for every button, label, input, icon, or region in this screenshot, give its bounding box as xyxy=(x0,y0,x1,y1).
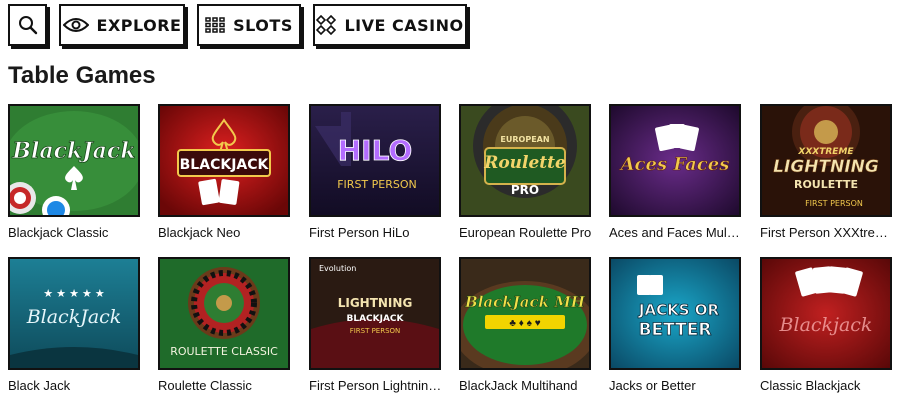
game-thumbnail[interactable]: BLACKJACK xyxy=(158,104,290,217)
game-art-title: BlackJack xyxy=(26,306,122,328)
game-art-subtitle: ROULETTE xyxy=(794,178,858,191)
game-tile[interactable]: BlackJack Blackjack Classic xyxy=(8,104,140,240)
game-title[interactable]: Blackjack Classic xyxy=(8,225,142,240)
game-art-top: XXXTREME xyxy=(797,147,854,157)
game-art-title: Blackjack xyxy=(779,314,873,336)
game-art-subtitle: BLACKJACK xyxy=(346,314,404,324)
game-art-title: ROULETTE CLASSIC xyxy=(170,345,278,358)
game-thumbnail[interactable]: BlackJack MH ♣ ♦ ♠ ♥ xyxy=(459,257,591,370)
live-casino-button[interactable]: LIVE CASINO xyxy=(313,4,467,46)
game-tile[interactable]: XXXTREME LIGHTNING ROULETTE FIRST PERSON… xyxy=(760,104,894,240)
game-title[interactable]: Jacks or Better xyxy=(609,378,743,393)
eye-icon xyxy=(62,17,89,33)
game-art-subtitle: BETTER xyxy=(639,320,712,340)
game-thumbnail[interactable]: BlackJack xyxy=(8,104,140,217)
game-title[interactable]: Classic Blackjack xyxy=(760,378,894,393)
game-title[interactable]: Blackjack Neo xyxy=(158,225,292,240)
game-art-brand: Evolution xyxy=(319,264,356,273)
game-tile[interactable]: Blackjack Classic Blackjack xyxy=(760,257,892,393)
game-title[interactable]: Black Jack xyxy=(8,378,142,393)
game-tile[interactable]: HILO FIRST PERSON First Person HiLo xyxy=(309,104,441,240)
explore-label: EXPLORE xyxy=(96,15,182,35)
game-tile[interactable]: BlackJack MH ♣ ♦ ♠ ♥ BlackJack Multihand xyxy=(459,257,591,393)
game-title[interactable]: European Roulette Pro xyxy=(459,225,593,240)
section-title: Table Games xyxy=(8,62,156,89)
category-nav: EXPLORE SLOTS LIVE CASINO xyxy=(8,4,467,46)
game-art-footer: FIRST PERSON xyxy=(350,327,401,335)
game-thumbnail[interactable]: XXXTREME LIGHTNING ROULETTE FIRST PERSON xyxy=(760,104,892,217)
explore-button[interactable]: EXPLORE xyxy=(59,4,185,46)
game-tile[interactable]: JACKS OR BETTER Jacks or Better xyxy=(609,257,741,393)
game-art-footer: FIRST PERSON xyxy=(805,199,863,208)
game-thumbnail[interactable]: ★ ★ ★ ★ ★ BlackJack xyxy=(8,257,140,370)
game-title[interactable]: First Person XXXtrem... xyxy=(760,225,894,240)
game-art-subtitle: PRO xyxy=(511,183,539,197)
game-tile[interactable]: ROULETTE CLASSIC Roulette Classic xyxy=(158,257,290,393)
game-art-title: BLACKJACK xyxy=(180,157,270,173)
search-icon xyxy=(18,15,38,35)
game-tile[interactable]: Aces Faces Aces and Faces Multi-... xyxy=(609,104,743,240)
game-art-title: JACKS OR xyxy=(638,301,720,319)
svg-text:★ ★ ★ ★ ★: ★ ★ ★ ★ ★ xyxy=(43,288,105,300)
live-casino-label: LIVE CASINO xyxy=(344,15,464,35)
game-title[interactable]: First Person Lightning ... xyxy=(309,378,443,393)
chip-icon xyxy=(316,15,337,35)
game-tile[interactable]: Evolution LIGHTNING BLACKJACK FIRST PERS… xyxy=(309,257,443,393)
game-art-title: BlackJack MH xyxy=(464,293,586,311)
search-button[interactable] xyxy=(8,4,47,46)
game-thumbnail[interactable]: Evolution LIGHTNING BLACKJACK FIRST PERS… xyxy=(309,257,441,370)
game-title[interactable]: Aces and Faces Multi-... xyxy=(609,225,743,240)
game-art-title: Aces Faces xyxy=(619,154,730,175)
game-title[interactable]: Roulette Classic xyxy=(158,378,292,393)
game-art-top: EUROPEAN xyxy=(500,135,549,144)
game-art-title: BlackJack xyxy=(11,138,135,164)
slots-button[interactable]: SLOTS xyxy=(197,4,301,46)
game-title[interactable]: BlackJack Multihand xyxy=(459,378,593,393)
game-art-title: Roulette xyxy=(483,153,566,173)
game-art-title: LIGHTNING xyxy=(338,296,413,310)
game-thumbnail[interactable]: EUROPEAN Roulette PRO xyxy=(459,104,591,217)
game-tile[interactable]: ★ ★ ★ ★ ★ BlackJack Black Jack xyxy=(8,257,140,393)
game-art-subtitle: FIRST PERSON xyxy=(337,178,417,191)
game-thumbnail[interactable]: Blackjack xyxy=(760,257,892,370)
game-title[interactable]: First Person HiLo xyxy=(309,225,443,240)
slots-label: SLOTS xyxy=(233,15,293,35)
game-thumbnail[interactable]: Aces Faces xyxy=(609,104,741,217)
game-tile[interactable]: BLACKJACK Blackjack Neo xyxy=(158,104,290,240)
game-thumbnail[interactable]: ROULETTE CLASSIC xyxy=(158,257,290,370)
game-art-title: HILO xyxy=(338,134,413,167)
game-tile[interactable]: EUROPEAN Roulette PRO European Roulette … xyxy=(459,104,591,240)
game-thumbnail[interactable]: JACKS OR BETTER xyxy=(609,257,741,370)
game-art-title: LIGHTNING xyxy=(773,157,879,177)
game-thumbnail[interactable]: HILO FIRST PERSON xyxy=(309,104,441,217)
grid-icon xyxy=(205,17,225,33)
svg-text:♣ ♦ ♠ ♥: ♣ ♦ ♠ ♥ xyxy=(509,318,540,329)
